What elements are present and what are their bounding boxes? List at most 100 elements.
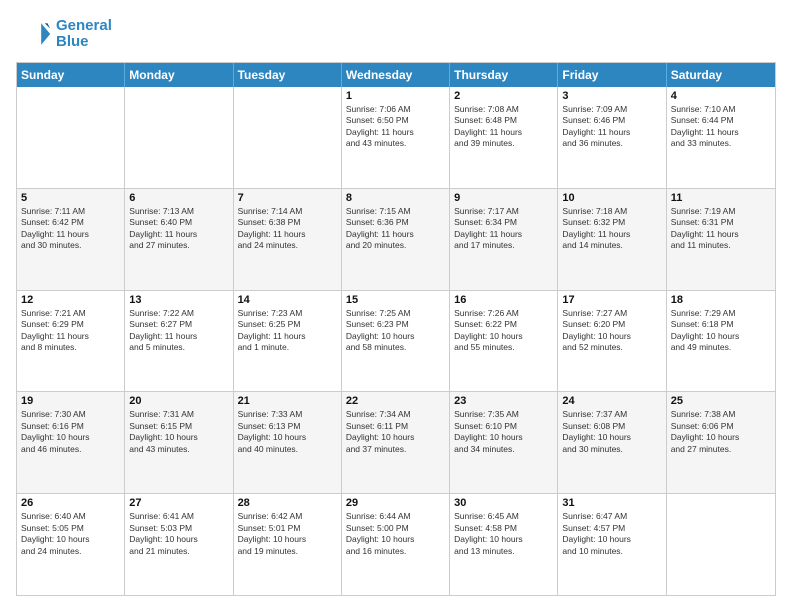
calendar-cell: 24 Sunrise: 7:37 AM Sunset: 6:08 PM Dayli… xyxy=(558,392,666,493)
day-number: 5 xyxy=(21,192,120,204)
calendar-cell: 28 Sunrise: 6:42 AM Sunset: 5:01 PM Dayli… xyxy=(234,494,342,595)
calendar-row: 5 Sunrise: 7:11 AM Sunset: 6:42 PM Daylig… xyxy=(17,188,775,290)
logo-text: General Blue xyxy=(56,18,112,51)
calendar-header-cell: Monday xyxy=(125,63,233,87)
cell-text: Sunrise: 7:11 AM Sunset: 6:42 PM Dayligh… xyxy=(21,206,120,252)
calendar-cell: 19 Sunrise: 7:30 AM Sunset: 6:16 PM Dayli… xyxy=(17,392,125,493)
calendar-row: 19 Sunrise: 7:30 AM Sunset: 6:16 PM Dayli… xyxy=(17,391,775,493)
calendar-cell: 14 Sunrise: 7:23 AM Sunset: 6:25 PM Dayli… xyxy=(234,291,342,392)
calendar-header-cell: Friday xyxy=(558,63,666,87)
calendar-cell xyxy=(234,87,342,188)
day-number: 25 xyxy=(671,395,771,407)
day-number: 1 xyxy=(346,90,445,102)
cell-text: Sunrise: 7:08 AM Sunset: 6:48 PM Dayligh… xyxy=(454,104,553,150)
calendar-cell: 17 Sunrise: 7:27 AM Sunset: 6:20 PM Dayli… xyxy=(558,291,666,392)
calendar-cell: 4 Sunrise: 7:10 AM Sunset: 6:44 PM Daylig… xyxy=(667,87,775,188)
day-number: 24 xyxy=(562,395,661,407)
cell-text: Sunrise: 7:34 AM Sunset: 6:11 PM Dayligh… xyxy=(346,409,445,455)
day-number: 11 xyxy=(671,192,771,204)
calendar-cell xyxy=(125,87,233,188)
cell-text: Sunrise: 6:41 AM Sunset: 5:03 PM Dayligh… xyxy=(129,511,228,557)
day-number: 17 xyxy=(562,294,661,306)
day-number: 16 xyxy=(454,294,553,306)
cell-text: Sunrise: 7:22 AM Sunset: 6:27 PM Dayligh… xyxy=(129,308,228,354)
calendar-header-row: SundayMondayTuesdayWednesdayThursdayFrid… xyxy=(17,63,775,87)
day-number: 28 xyxy=(238,497,337,509)
cell-text: Sunrise: 7:31 AM Sunset: 6:15 PM Dayligh… xyxy=(129,409,228,455)
calendar-cell: 7 Sunrise: 7:14 AM Sunset: 6:38 PM Daylig… xyxy=(234,189,342,290)
day-number: 6 xyxy=(129,192,228,204)
calendar-header-cell: Wednesday xyxy=(342,63,450,87)
cell-text: Sunrise: 7:15 AM Sunset: 6:36 PM Dayligh… xyxy=(346,206,445,252)
calendar-cell: 22Sunrise: 7:34 AM Sunset: 6:11 PM Dayli… xyxy=(342,392,450,493)
day-number: 9 xyxy=(454,192,553,204)
cell-text: Sunrise: 7:13 AM Sunset: 6:40 PM Dayligh… xyxy=(129,206,228,252)
cell-text: Sunrise: 7:33 AM Sunset: 6:13 PM Dayligh… xyxy=(238,409,337,455)
calendar-cell: 21 Sunrise: 7:33 AM Sunset: 6:13 PM Dayli… xyxy=(234,392,342,493)
header: General Blue xyxy=(16,16,776,52)
calendar-cell: 9Sunrise: 7:17 AM Sunset: 6:34 PM Daylig… xyxy=(450,189,558,290)
calendar-cell xyxy=(667,494,775,595)
cell-text: Sunrise: 7:30 AM Sunset: 6:16 PM Dayligh… xyxy=(21,409,120,455)
calendar-body: 1 Sunrise: 7:06 AM Sunset: 6:50 PM Daylig… xyxy=(17,87,775,595)
calendar-cell: 31 Sunrise: 6:47 AM Sunset: 4:57 PM Dayli… xyxy=(558,494,666,595)
cell-text: Sunrise: 7:14 AM Sunset: 6:38 PM Dayligh… xyxy=(238,206,337,252)
day-number: 14 xyxy=(238,294,337,306)
calendar-cell: 8 Sunrise: 7:15 AM Sunset: 6:36 PM Daylig… xyxy=(342,189,450,290)
calendar-cell: 16 Sunrise: 7:26 AM Sunset: 6:22 PM Dayli… xyxy=(450,291,558,392)
calendar-header-cell: Tuesday xyxy=(234,63,342,87)
day-number: 8 xyxy=(346,192,445,204)
logo-icon xyxy=(16,16,52,52)
day-number: 23 xyxy=(454,395,553,407)
day-number: 13 xyxy=(129,294,228,306)
cell-text: Sunrise: 7:26 AM Sunset: 6:22 PM Dayligh… xyxy=(454,308,553,354)
cell-text: Sunrise: 7:29 AM Sunset: 6:18 PM Dayligh… xyxy=(671,308,771,354)
calendar-cell: 13 Sunrise: 7:22 AM Sunset: 6:27 PM Dayli… xyxy=(125,291,233,392)
calendar-cell xyxy=(17,87,125,188)
calendar-cell: 10 Sunrise: 7:18 AM Sunset: 6:32 PM Dayli… xyxy=(558,189,666,290)
calendar-cell: 2 Sunrise: 7:08 AM Sunset: 6:48 PM Daylig… xyxy=(450,87,558,188)
cell-text: Sunrise: 7:09 AM Sunset: 6:46 PM Dayligh… xyxy=(562,104,661,150)
day-number: 19 xyxy=(21,395,120,407)
day-number: 30 xyxy=(454,497,553,509)
calendar-cell: 5 Sunrise: 7:11 AM Sunset: 6:42 PM Daylig… xyxy=(17,189,125,290)
cell-text: Sunrise: 7:10 AM Sunset: 6:44 PM Dayligh… xyxy=(671,104,771,150)
cell-text: Sunrise: 6:42 AM Sunset: 5:01 PM Dayligh… xyxy=(238,511,337,557)
day-number: 31 xyxy=(562,497,661,509)
calendar: SundayMondayTuesdayWednesdayThursdayFrid… xyxy=(16,62,776,596)
day-number: 7 xyxy=(238,192,337,204)
day-number: 4 xyxy=(671,90,771,102)
calendar-cell: 11Sunrise: 7:19 AM Sunset: 6:31 PM Dayli… xyxy=(667,189,775,290)
calendar-cell: 26 Sunrise: 6:40 AM Sunset: 5:05 PM Dayli… xyxy=(17,494,125,595)
cell-text: Sunrise: 7:18 AM Sunset: 6:32 PM Dayligh… xyxy=(562,206,661,252)
page: General Blue SundayMondayTuesdayWednesda… xyxy=(0,0,792,612)
logo: General Blue xyxy=(16,16,112,52)
calendar-cell: 29 Sunrise: 6:44 AM Sunset: 5:00 PM Dayli… xyxy=(342,494,450,595)
day-number: 3 xyxy=(562,90,661,102)
cell-text: Sunrise: 6:40 AM Sunset: 5:05 PM Dayligh… xyxy=(21,511,120,557)
day-number: 2 xyxy=(454,90,553,102)
day-number: 29 xyxy=(346,497,445,509)
calendar-header-cell: Thursday xyxy=(450,63,558,87)
cell-text: Sunrise: 7:35 AM Sunset: 6:10 PM Dayligh… xyxy=(454,409,553,455)
cell-text: Sunrise: 7:27 AM Sunset: 6:20 PM Dayligh… xyxy=(562,308,661,354)
calendar-header-cell: Saturday xyxy=(667,63,775,87)
cell-text: Sunrise: 6:47 AM Sunset: 4:57 PM Dayligh… xyxy=(562,511,661,557)
calendar-row: 26 Sunrise: 6:40 AM Sunset: 5:05 PM Dayli… xyxy=(17,493,775,595)
day-number: 10 xyxy=(562,192,661,204)
day-number: 26 xyxy=(21,497,120,509)
cell-text: Sunrise: 7:21 AM Sunset: 6:29 PM Dayligh… xyxy=(21,308,120,354)
calendar-cell: 27Sunrise: 6:41 AM Sunset: 5:03 PM Dayli… xyxy=(125,494,233,595)
calendar-cell: 25 Sunrise: 7:38 AM Sunset: 6:06 PM Dayli… xyxy=(667,392,775,493)
calendar-cell: 1 Sunrise: 7:06 AM Sunset: 6:50 PM Daylig… xyxy=(342,87,450,188)
cell-text: Sunrise: 7:23 AM Sunset: 6:25 PM Dayligh… xyxy=(238,308,337,354)
day-number: 21 xyxy=(238,395,337,407)
calendar-row: 12 Sunrise: 7:21 AM Sunset: 6:29 PM Dayli… xyxy=(17,290,775,392)
day-number: 12 xyxy=(21,294,120,306)
cell-text: Sunrise: 7:37 AM Sunset: 6:08 PM Dayligh… xyxy=(562,409,661,455)
cell-text: Sunrise: 7:38 AM Sunset: 6:06 PM Dayligh… xyxy=(671,409,771,455)
day-number: 18 xyxy=(671,294,771,306)
calendar-header-cell: Sunday xyxy=(17,63,125,87)
cell-text: Sunrise: 7:06 AM Sunset: 6:50 PM Dayligh… xyxy=(346,104,445,150)
cell-text: Sunrise: 6:44 AM Sunset: 5:00 PM Dayligh… xyxy=(346,511,445,557)
